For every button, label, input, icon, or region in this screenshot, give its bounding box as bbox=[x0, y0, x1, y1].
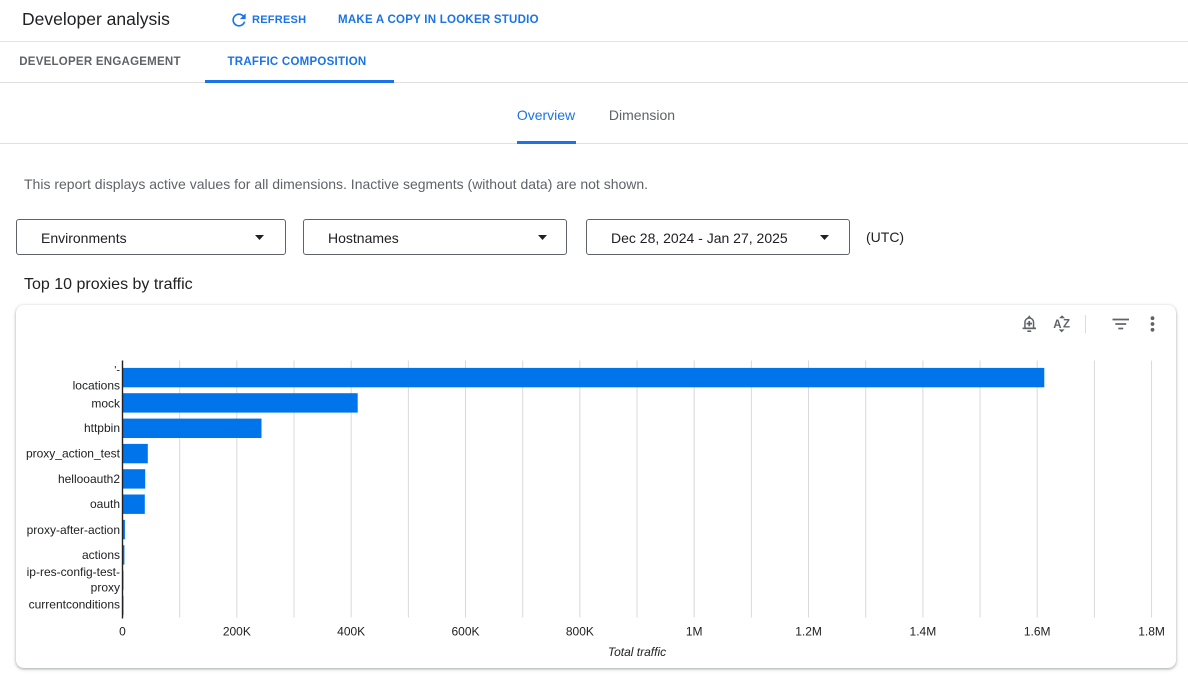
svg-text:600K: 600K bbox=[451, 625, 479, 639]
svg-text:locations: locations bbox=[72, 379, 119, 393]
svg-text:400K: 400K bbox=[337, 625, 365, 639]
svg-text:mock: mock bbox=[91, 396, 121, 410]
svg-text:proxy-after-action: proxy-after-action bbox=[26, 523, 119, 537]
svg-text:1.4M: 1.4M bbox=[909, 625, 936, 639]
svg-text:Total traffic: Total traffic bbox=[607, 645, 665, 659]
svg-text:200K: 200K bbox=[222, 625, 250, 639]
svg-text:'-: '- bbox=[114, 365, 120, 377]
svg-text:proxy_action_test: proxy_action_test bbox=[25, 447, 120, 461]
svg-text:currentconditions: currentconditions bbox=[28, 598, 119, 612]
svg-text:httpbin: httpbin bbox=[83, 421, 119, 435]
svg-text:1M: 1M bbox=[685, 625, 702, 639]
svg-text:proxy: proxy bbox=[90, 581, 119, 595]
svg-text:ip-res-config-test-: ip-res-config-test- bbox=[26, 565, 119, 579]
svg-text:1.2M: 1.2M bbox=[795, 625, 822, 639]
svg-text:0: 0 bbox=[119, 625, 126, 639]
svg-text:actions: actions bbox=[81, 548, 119, 562]
svg-text:1.8M: 1.8M bbox=[1138, 625, 1165, 639]
svg-text:hellooauth2: hellooauth2 bbox=[57, 472, 119, 486]
svg-text:oauth: oauth bbox=[89, 497, 119, 511]
svg-text:800K: 800K bbox=[565, 625, 593, 639]
svg-text:1.6M: 1.6M bbox=[1023, 625, 1050, 639]
svg-text:Z: Z bbox=[1063, 319, 1070, 331]
